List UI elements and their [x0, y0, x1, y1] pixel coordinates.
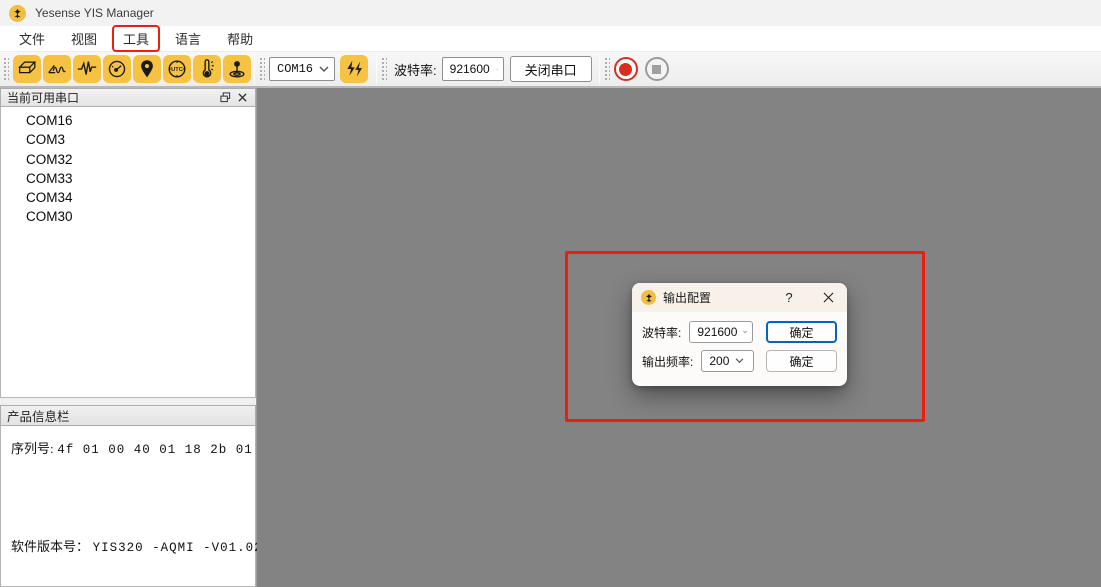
com-port-value: COM16 [277, 62, 313, 76]
serial-port-dock: 当前可用串口 COM16 COM3 COM32 COM33 COM34 COM3… [0, 88, 257, 587]
dialog-baud-value: 921600 [697, 325, 737, 339]
location-pin-icon [136, 58, 158, 80]
dock-header: 当前可用串口 [0, 88, 256, 107]
chevron-down-icon [496, 66, 498, 73]
software-version-label: 软件版本号： [11, 539, 89, 554]
app-body: 当前可用串口 COM16 COM3 COM32 COM33 COM34 COM3… [0, 88, 1101, 587]
menu-language[interactable]: 语言 [164, 25, 212, 52]
chevron-down-icon [319, 66, 329, 73]
toolbar-grip[interactable] [259, 56, 265, 82]
port-list-item[interactable]: COM32 [1, 150, 255, 169]
gauge-button[interactable] [103, 55, 131, 83]
3d-view-button[interactable] [13, 55, 41, 83]
toolbar-grip[interactable] [3, 56, 9, 82]
workspace: 输出配置 ? 波特率: 921600 确定 [257, 88, 1101, 587]
toolbar-grip[interactable] [381, 56, 387, 82]
menu-help[interactable]: 帮助 [216, 25, 264, 52]
angle-wave-button[interactable] [43, 55, 71, 83]
product-info-body: 序列号: 4f 01 00 40 01 18 2b 01 软件版本号： YIS3… [0, 426, 256, 587]
waveform-icon [76, 58, 98, 80]
yesense-logo-icon [641, 290, 656, 305]
frequency-ok-button[interactable]: 确定 [766, 350, 837, 372]
port-list[interactable]: COM16 COM3 COM32 COM33 COM34 COM30 [0, 107, 256, 398]
dialog-frequency-value: 200 [709, 354, 729, 368]
dialog-help-button[interactable]: ? [777, 287, 801, 309]
float-panel-button[interactable] [217, 90, 234, 105]
baud-ok-button[interactable]: 确定 [766, 321, 837, 343]
output-config-dialog: 输出配置 ? 波特率: 921600 确定 [632, 283, 847, 386]
lightning-refresh-icon [344, 59, 364, 79]
dialog-close-button[interactable] [815, 287, 841, 309]
toolbar: UTC COM16 波特率: 921600 关闭串口 [0, 52, 1101, 88]
dock-title: 当前可用串口 [7, 89, 217, 106]
menu-bar: 文件 视图 工具 语言 帮助 [0, 26, 1101, 52]
cube-3d-icon [16, 58, 38, 80]
serial-number-line: 序列号: 4f 01 00 40 01 18 2b 01 [11, 438, 245, 457]
toolbar-separator [254, 54, 255, 84]
stop-button[interactable] [645, 57, 669, 81]
baud-rate-label: 波特率: [394, 60, 437, 79]
close-icon [823, 292, 834, 303]
port-list-item[interactable]: COM30 [1, 207, 255, 226]
dialog-baud-select[interactable]: 921600 [689, 321, 753, 343]
baud-rate-value: 921600 [450, 62, 490, 76]
chevron-down-icon [735, 358, 744, 364]
toolbar-separator [599, 54, 600, 84]
dialog-body: 波特率: 921600 确定 输出频率: 200 确定 [632, 312, 847, 372]
dialog-title-bar[interactable]: 输出配置 ? [632, 283, 847, 312]
serial-number-value: 4f 01 00 40 01 18 2b 01 [57, 443, 253, 457]
utc-clock-icon: UTC [166, 58, 188, 80]
menu-file[interactable]: 文件 [8, 25, 56, 52]
port-list-item[interactable]: COM3 [1, 130, 255, 149]
chevron-down-icon [743, 329, 747, 335]
dialog-baud-label: 波特率: [642, 324, 681, 341]
svg-text:UTC: UTC [171, 67, 183, 73]
window-title: Yesense YIS Manager [35, 6, 154, 20]
close-panel-button[interactable] [234, 90, 251, 105]
gps-button[interactable] [133, 55, 161, 83]
menu-tools[interactable]: 工具 [112, 25, 160, 52]
toolbar-separator [376, 54, 377, 84]
dock-splitter[interactable] [0, 398, 256, 405]
serial-number-label: 序列号: [11, 441, 54, 456]
product-info-header: 产品信息栏 [0, 405, 256, 426]
close-serial-port-button[interactable]: 关闭串口 [510, 56, 592, 82]
angle-wave-icon [46, 58, 68, 80]
port-list-item[interactable]: COM33 [1, 169, 255, 188]
port-list-item[interactable]: COM34 [1, 188, 255, 207]
thermometer-icon [196, 58, 218, 80]
dialog-title: 输出配置 [663, 289, 777, 306]
dialog-frequency-label: 输出频率: [642, 353, 693, 370]
utc-clock-button[interactable]: UTC [163, 55, 191, 83]
toolbar-grip[interactable] [604, 56, 610, 82]
software-version-line: 软件版本号： YIS320 -AQMI -V01.02.03; [11, 536, 245, 555]
baud-rate-row: 波特率: 921600 确定 [642, 321, 837, 343]
app-window: Yesense YIS Manager 文件 视图 工具 语言 帮助 UTC [0, 0, 1101, 587]
waveform-button[interactable] [73, 55, 101, 83]
temperature-button[interactable] [193, 55, 221, 83]
close-icon [238, 93, 247, 102]
float-window-icon [220, 92, 231, 103]
refresh-ports-button[interactable] [340, 55, 368, 83]
baud-rate-select[interactable]: 921600 [442, 57, 504, 81]
joystick-icon [226, 58, 248, 80]
yesense-logo-icon [9, 5, 26, 22]
title-bar: Yesense YIS Manager [0, 0, 1101, 26]
stop-icon [652, 65, 661, 74]
product-info-title: 产品信息栏 [7, 406, 70, 425]
record-icon [619, 63, 632, 76]
com-port-select[interactable]: COM16 [269, 57, 335, 81]
port-list-item[interactable]: COM16 [1, 111, 255, 130]
menu-view[interactable]: 视图 [60, 25, 108, 52]
joystick-button[interactable] [223, 55, 251, 83]
output-frequency-row: 输出频率: 200 确定 [642, 350, 837, 372]
dialog-frequency-select[interactable]: 200 [701, 350, 754, 372]
gauge-icon [106, 58, 128, 80]
record-button[interactable] [614, 57, 638, 81]
